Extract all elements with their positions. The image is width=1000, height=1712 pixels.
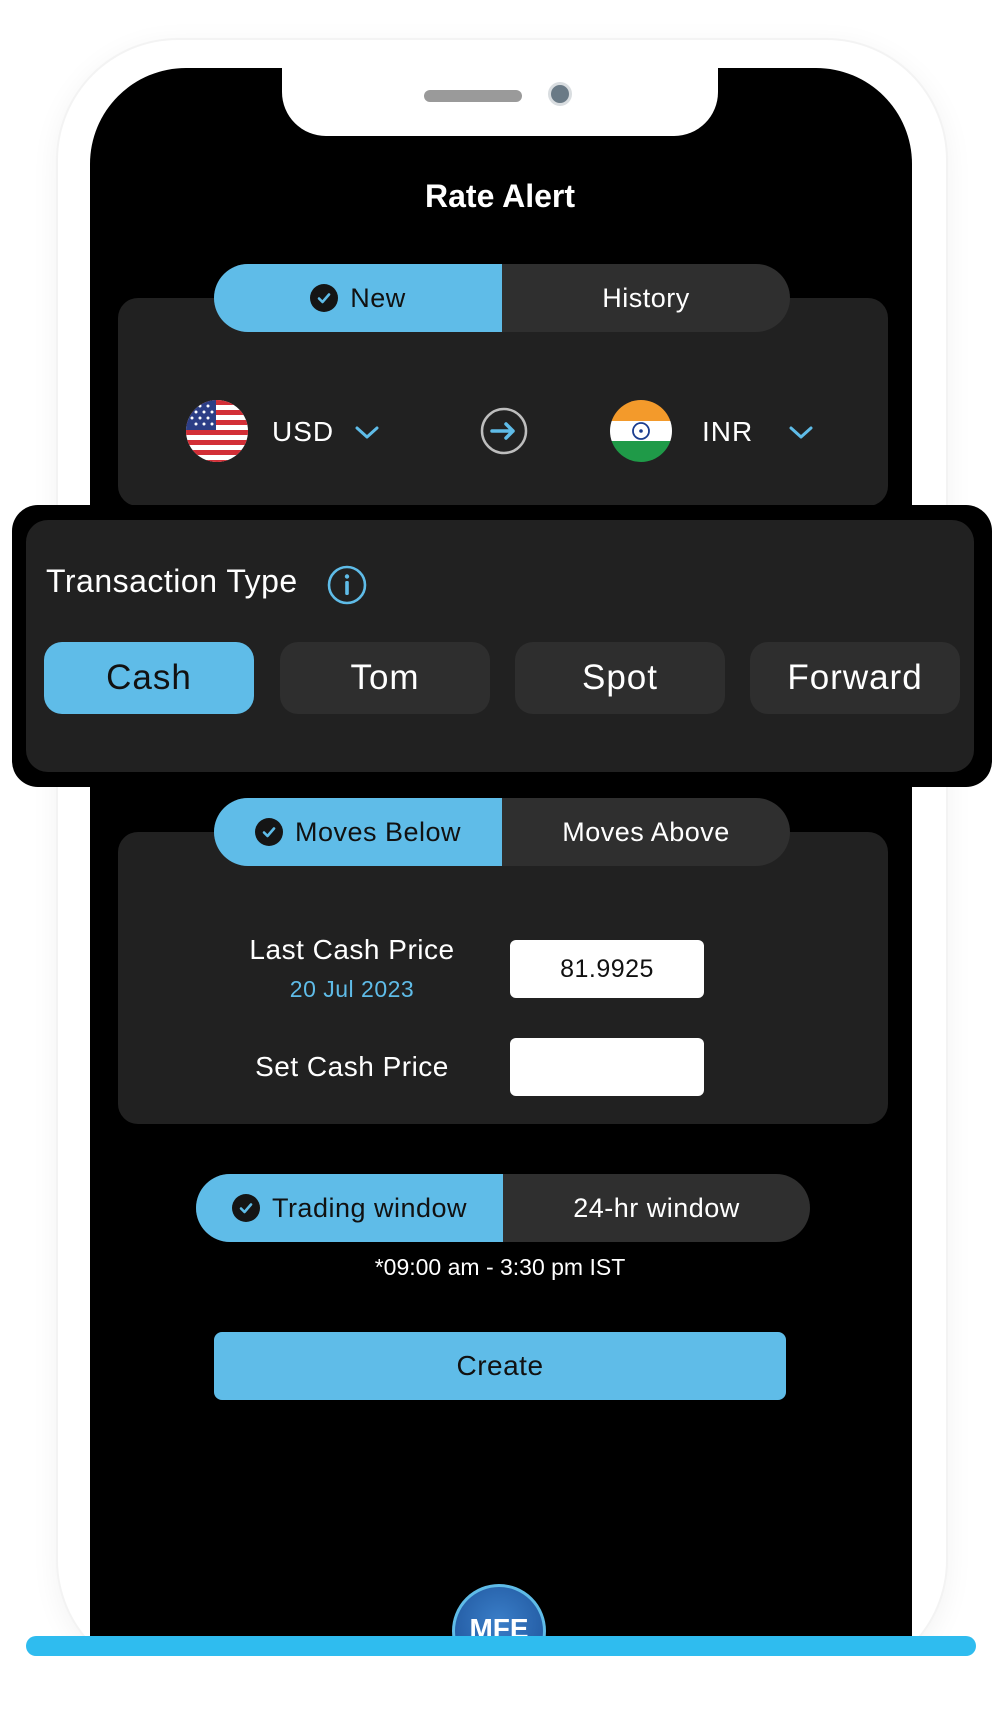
create-button[interactable]: Create: [214, 1332, 786, 1400]
tab-trading-window-label: Trading window: [271, 1192, 468, 1223]
transaction-forward-button[interactable]: Forward: [750, 642, 960, 714]
tab-24hr-window[interactable]: 24-hr window: [503, 1174, 810, 1242]
tab-moves-below[interactable]: Moves Below: [214, 798, 502, 866]
india-flag-icon[interactable]: [610, 400, 672, 462]
swap-arrow-icon[interactable]: [479, 406, 529, 456]
direction-toggle: Moves Below Moves Above: [214, 798, 790, 866]
info-icon[interactable]: [326, 564, 368, 606]
page-title: Rate Alert: [425, 178, 575, 214]
us-flag-icon[interactable]: [186, 400, 248, 462]
to-currency-code[interactable]: INR: [702, 416, 753, 448]
tab-24hr-window-label: 24-hr window: [573, 1192, 740, 1223]
tab-history-label: History: [602, 282, 690, 313]
transaction-spot-button[interactable]: Spot: [515, 642, 725, 714]
check-icon: [310, 284, 339, 312]
check-icon: [254, 818, 283, 846]
tab-trading-window[interactable]: Trading window: [196, 1174, 503, 1242]
tab-new[interactable]: New: [214, 264, 502, 332]
last-price-value: 81.9925: [510, 940, 704, 998]
front-camera: [548, 82, 572, 106]
chevron-down-icon[interactable]: [788, 425, 814, 441]
tab-moves-above-label: Moves Above: [562, 816, 730, 847]
tab-moves-below-label: Moves Below: [294, 816, 462, 847]
window-note: *09:00 am - 3:30 pm IST: [374, 1254, 626, 1280]
transaction-tom-button[interactable]: Tom: [280, 642, 490, 714]
check-icon: [231, 1194, 260, 1222]
tab-new-label: New: [350, 282, 406, 313]
transaction-type-label: Transaction Type: [46, 563, 298, 599]
last-price-date: 20 Jul 2023: [289, 976, 415, 1002]
speaker-grille: [424, 90, 522, 102]
set-price-input[interactable]: [510, 1038, 704, 1096]
transaction-cash-button[interactable]: Cash: [44, 642, 254, 714]
tab-moves-above[interactable]: Moves Above: [502, 798, 790, 866]
bottom-background: [0, 1656, 1000, 1712]
from-currency-code[interactable]: USD: [272, 416, 334, 448]
bottom-accent-bar: [26, 1636, 976, 1656]
set-price-label: Set Cash Price: [255, 1051, 449, 1082]
chevron-down-icon[interactable]: [354, 425, 380, 441]
last-price-label: Last Cash Price: [249, 934, 455, 965]
window-toggle: Trading window 24-hr window: [196, 1174, 810, 1242]
tab-history[interactable]: History: [502, 264, 790, 332]
mode-toggle: New History: [214, 264, 790, 332]
